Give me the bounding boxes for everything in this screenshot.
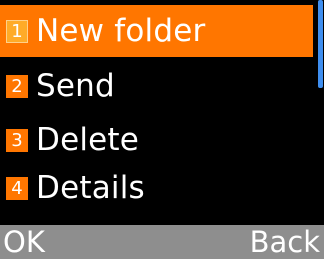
scrollbar[interactable]	[317, 0, 324, 225]
menu-item-number-badge: 4	[6, 176, 28, 200]
ok-softkey[interactable]: OK	[3, 225, 45, 259]
menu-item-details[interactable]: 4 Details	[0, 162, 313, 214]
scrollbar-thumb[interactable]	[318, 0, 323, 88]
menu-item-label: New folder	[36, 12, 206, 49]
menu-item-label: Delete	[36, 121, 140, 158]
options-menu: 1 New folder 2 Send 3 Delete 4 Details	[0, 0, 313, 225]
menu-item-new-folder[interactable]: 1 New folder	[0, 5, 313, 57]
softkey-bar: OK Back	[0, 225, 324, 259]
menu-item-number-badge: 1	[6, 19, 28, 43]
menu-item-number-badge: 3	[6, 128, 28, 152]
menu-item-send[interactable]: 2 Send	[0, 60, 313, 112]
menu-item-label: Details	[36, 169, 145, 206]
menu-item-delete[interactable]: 3 Delete	[0, 114, 313, 166]
menu-item-label: Send	[36, 67, 115, 104]
menu-item-number-badge: 2	[6, 74, 28, 98]
back-softkey[interactable]: Back	[250, 225, 320, 259]
phone-screen: 1 New folder 2 Send 3 Delete 4 Details O…	[0, 0, 324, 259]
